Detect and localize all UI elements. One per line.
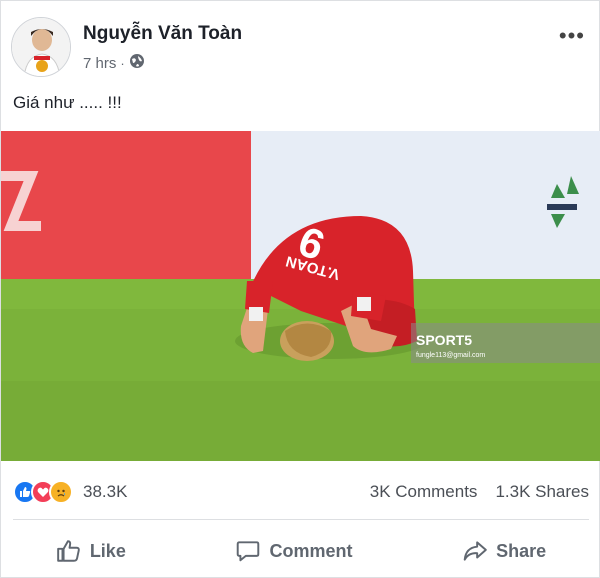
post-meta: 7 hrs ·: [83, 53, 145, 73]
more-options-button[interactable]: •••: [559, 23, 585, 49]
comments-count[interactable]: 3K Comments: [370, 482, 478, 502]
post-header: Nguyễn Văn Toàn 7 hrs · •••: [11, 17, 591, 81]
meta-separator: ·: [120, 55, 125, 71]
comment-label: Comment: [269, 540, 353, 561]
reactions-count: 38.3K: [83, 482, 128, 501]
like-label: Like: [89, 540, 126, 561]
engagement-counts: 3K Comments 1.3K Shares: [370, 482, 589, 502]
thumbs-up-icon: [57, 540, 80, 562]
ad-board-red: [1, 131, 251, 281]
post-caption: Giá như ..... !!!: [13, 93, 122, 112]
share-icon: [463, 541, 487, 561]
comment-icon: [237, 541, 260, 562]
avatar[interactable]: [11, 17, 71, 77]
sad-icon: [49, 480, 73, 504]
watermark-brand: SPORT5: [416, 332, 472, 348]
author-name[interactable]: Nguyễn Văn Toàn: [83, 23, 242, 45]
comment-button[interactable]: Comment: [235, 538, 353, 564]
reactions-summary[interactable]: 38.3K: [13, 480, 127, 504]
globe-icon[interactable]: [129, 53, 145, 73]
post-card: Nguyễn Văn Toàn 7 hrs · ••• Giá như ....…: [0, 0, 600, 578]
action-bar: Like Comment Share: [1, 529, 600, 573]
watermark-sub: fungle113@gmail.com: [416, 352, 485, 359]
like-button[interactable]: Like: [56, 538, 126, 564]
divider: [13, 519, 589, 520]
post-time[interactable]: 7 hrs: [83, 55, 116, 72]
reaction-icons: [13, 480, 73, 504]
post-stats: 38.3K 3K Comments 1.3K Shares: [13, 477, 589, 507]
share-button[interactable]: Share: [462, 538, 546, 564]
post-photo[interactable]: 9 V.TOAN SPORT5 fungle113@gmail.com: [1, 131, 600, 461]
shares-count[interactable]: 1.3K Shares: [495, 482, 589, 502]
share-label: Share: [496, 540, 547, 561]
